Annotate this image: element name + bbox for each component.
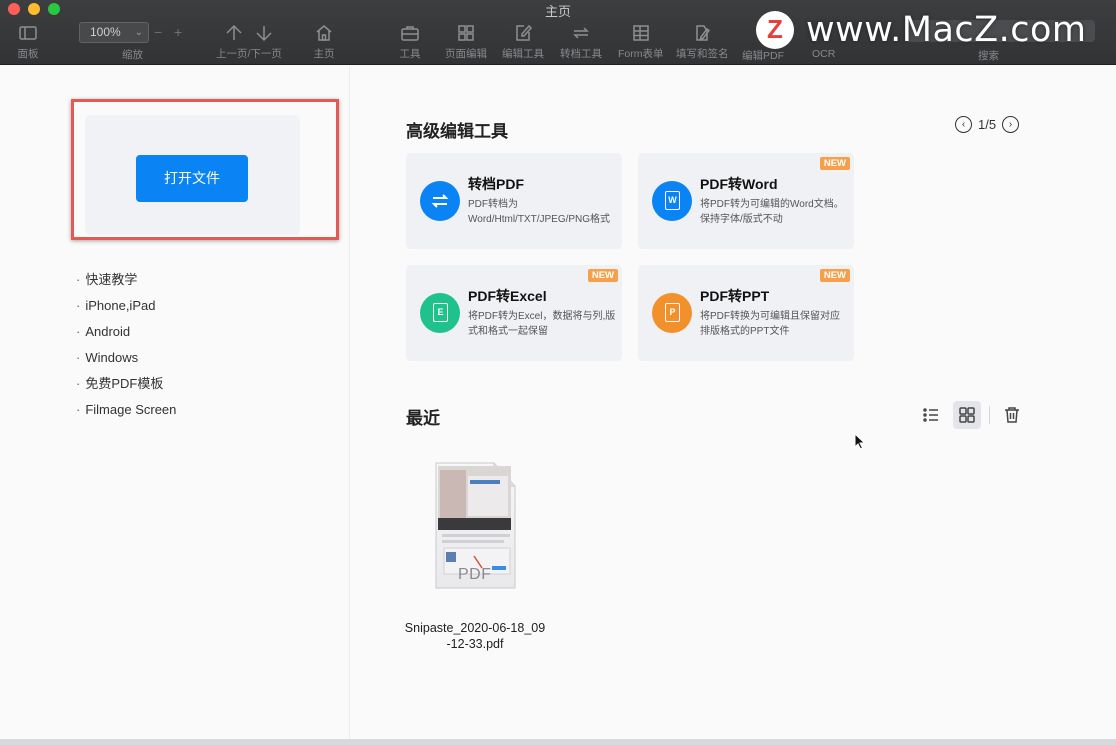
delete-button[interactable] <box>998 401 1026 429</box>
signature-icon <box>691 22 713 44</box>
fill-sign-button[interactable]: 填写和签名 <box>676 22 729 61</box>
tool-card-pdf-to-word[interactable]: NEW W PDF转Word 将PDF转为可编辑的Word文档。保持字体/版式不… <box>638 153 854 249</box>
link-windows[interactable]: · Windows <box>76 350 176 376</box>
title-bar: 主页 面板 100% ⌄ − + 缩放 上一页/下一页 主页 工具 页面编辑 编… <box>0 0 1116 65</box>
trash-icon <box>1005 407 1019 423</box>
tools-section-title: 高级编辑工具 <box>406 122 508 141</box>
mouse-cursor-icon <box>854 432 866 455</box>
left-panel: 打开文件 · 快速教学 · iPhone,iPad · Android · Window… <box>0 66 350 745</box>
page-edit-button[interactable]: 页面编辑 <box>445 22 487 61</box>
chevron-down-icon: ⌄ <box>134 27 143 38</box>
home-icon <box>313 22 335 44</box>
prev-next-page-button[interactable]: 上一页/下一页 <box>216 22 282 61</box>
recent-file-name[interactable]: Snipaste_2020-06-18_09-12-33.pdf <box>404 620 546 652</box>
pdf-label: PDF <box>458 566 492 583</box>
edit-tools-button[interactable]: 编辑工具 <box>502 22 544 61</box>
arrow-up-icon[interactable] <box>223 22 245 44</box>
list-view-button[interactable] <box>917 401 945 429</box>
tool-card-convert-pdf[interactable]: 转档PDF PDF转档为Word/Html/TXT/JPEG/PNG格式 <box>406 153 622 249</box>
macz-logo-icon <box>756 11 794 49</box>
edit-icon <box>512 22 534 44</box>
link-android[interactable]: · Android <box>76 324 176 350</box>
home-button[interactable]: 主页 <box>313 22 335 61</box>
convert-icon <box>570 22 592 44</box>
tool-card-pdf-to-ppt[interactable]: NEW P PDF转PPT 将PDF转换为可编辑且保留对应排版格式的PPT文件 <box>638 265 854 361</box>
new-badge: NEW <box>819 157 850 170</box>
form-button[interactable]: Form表单 <box>618 22 664 61</box>
recent-file-thumbnail[interactable]: PDF <box>434 462 516 589</box>
watermark: www.MacZ.com <box>756 10 1087 50</box>
link-pdf-templates[interactable]: · 免费PDF模板 <box>76 376 176 402</box>
tool-card-pdf-to-excel[interactable]: NEW E PDF转Excel 将PDF转为Excel，数据将与列,版式和格式一… <box>406 265 622 361</box>
view-divider <box>989 406 990 424</box>
tools-pager: ‹ 1/5 › <box>955 116 1020 133</box>
new-badge: NEW <box>819 269 850 282</box>
excel-icon: E <box>420 293 460 333</box>
toolbox-icon <box>399 22 421 44</box>
sidebar-icon <box>17 22 39 44</box>
arrow-down-icon[interactable] <box>253 22 275 44</box>
edit-pdf-button[interactable]: 编辑PDF <box>742 48 784 63</box>
ppt-icon: P <box>652 293 692 333</box>
grid-icon <box>455 22 477 44</box>
chevron-right-icon[interactable]: › <box>1002 116 1020 133</box>
link-tutorial[interactable]: · 快速教学 <box>76 272 176 298</box>
word-icon: W <box>652 181 692 221</box>
search-label: 搜索 <box>978 50 999 62</box>
zoom-select[interactable]: 100% ⌄ <box>79 22 149 43</box>
new-badge: NEW <box>587 269 618 282</box>
panel-button[interactable]: 面板 <box>17 22 39 61</box>
recent-section-title: 最近 <box>406 409 440 428</box>
bottom-edge <box>0 739 1116 745</box>
tools-button[interactable]: 工具 <box>399 22 421 61</box>
chevron-left-icon[interactable]: ‹ <box>955 116 972 133</box>
link-filmage-screen[interactable]: · Filmage Screen <box>76 402 176 428</box>
open-file-area[interactable]: 打开文件 <box>85 115 300 235</box>
help-links: · 快速教学 · iPhone,iPad · Android · Windows · 免费… <box>76 272 176 428</box>
open-file-button[interactable]: 打开文件 <box>136 155 248 202</box>
open-file-highlight: 打开文件 <box>71 99 339 240</box>
zoom-out-button[interactable]: − <box>154 24 162 40</box>
grid-view-button[interactable] <box>953 401 981 429</box>
convert-tools-button[interactable]: 转档工具 <box>560 22 602 61</box>
list-icon <box>923 408 938 422</box>
zoom-in-button[interactable]: + <box>174 24 182 40</box>
convert-icon <box>420 181 460 221</box>
grid-icon <box>959 407 975 423</box>
link-iphone-ipad[interactable]: · iPhone,iPad <box>76 298 176 324</box>
zoom-label: 缩放 <box>122 49 143 61</box>
table-icon <box>630 22 652 44</box>
